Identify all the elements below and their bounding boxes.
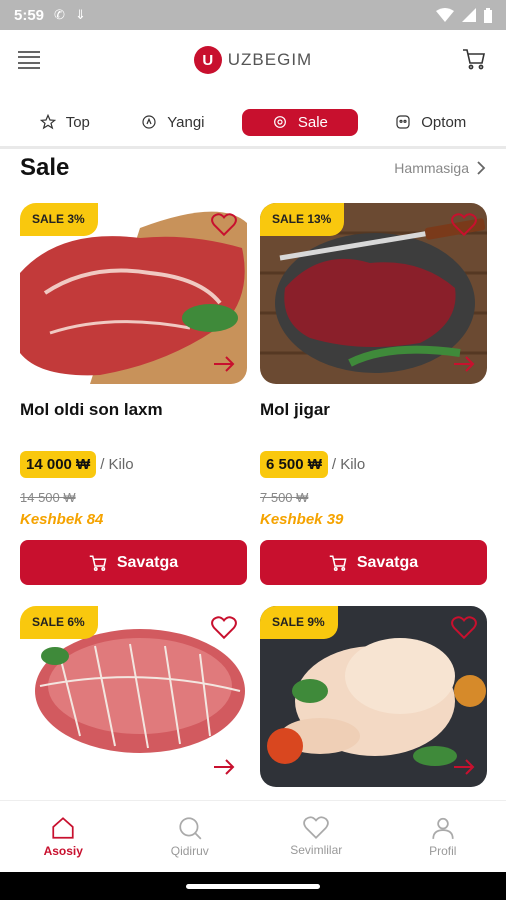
system-nav-bar: [0, 872, 506, 900]
price-row: 14 000 ₩ / Kilo: [20, 451, 247, 478]
tab-sale[interactable]: Sale: [241, 108, 358, 136]
tab-label: Sale: [297, 113, 328, 131]
menu-icon[interactable]: [18, 51, 40, 69]
product-image[interactable]: SALE 3%: [20, 203, 247, 384]
product-image[interactable]: SALE 9%: [260, 606, 487, 787]
sale-gear-icon: [273, 116, 286, 128]
product-image[interactable]: SALE 6%: [20, 606, 247, 787]
arrow-right-icon[interactable]: [213, 759, 235, 775]
tab-label: Top: [65, 113, 90, 131]
heart-icon[interactable]: [211, 616, 237, 640]
status-bar: 5:59 ✆ ⇓: [0, 0, 506, 30]
cart-icon: [329, 555, 347, 571]
category-tabs: Top Yangi Sale Optom: [0, 106, 506, 138]
sale-badge: SALE 6%: [20, 606, 98, 639]
battery-icon: [484, 7, 492, 23]
arrow-right-icon[interactable]: [453, 356, 475, 372]
search-icon: [179, 817, 202, 840]
old-price: 14 500 ₩: [20, 490, 76, 505]
tab-label: Yangi: [167, 113, 205, 131]
see-all-link[interactable]: Hammasiga: [394, 160, 486, 176]
price-unit: / Kilo: [100, 456, 134, 473]
nav-item-favorites[interactable]: Sevimlilar: [271, 816, 361, 857]
sale-badge: SALE 13%: [260, 203, 345, 236]
price-row: 6 500 ₩ / Kilo: [260, 451, 487, 478]
old-price: 7 500 ₩: [260, 490, 309, 505]
sale-badge: SALE 3%: [20, 203, 98, 236]
cashback: Keshbek 39: [260, 511, 344, 528]
cart-button[interactable]: [462, 47, 486, 76]
tab-yangi[interactable]: Yangi: [127, 109, 218, 136]
cashback: Keshbek 84: [20, 511, 104, 528]
add-to-cart-button[interactable]: Savatga: [260, 540, 487, 585]
cart-icon: [463, 49, 485, 70]
add-to-cart-label: Savatga: [356, 553, 419, 571]
bottom-nav: Asosiy Qidiruv Sevimlilar Profil: [0, 800, 506, 872]
product-image[interactable]: SALE 13%: [260, 203, 487, 384]
arrow-right-icon[interactable]: [213, 356, 235, 372]
status-time: 5:59: [14, 6, 45, 24]
nav-label: Sevimlilar: [290, 843, 343, 857]
nav-item-home[interactable]: Asosiy: [18, 815, 108, 858]
phone-icon: ✆: [54, 7, 65, 22]
product-card[interactable]: SALE 13% Mol jigar 6 500 ₩ / Kilo 7 500 …: [260, 203, 487, 585]
new-badge-icon: [142, 115, 156, 129]
heart-icon: [303, 816, 330, 839]
nav-label: Asosiy: [43, 844, 83, 858]
home-icon: [52, 817, 74, 839]
product-name: Mol oldi son laxm: [20, 400, 163, 419]
chevron-right-icon: [477, 161, 486, 175]
app-logo: U UZBEGIM: [193, 46, 313, 74]
section-header: Sale Hammasiga: [20, 150, 486, 186]
tab-optom[interactable]: Optom: [381, 109, 480, 136]
usb-icon: ⇓: [74, 7, 86, 22]
section-title: Sale: [20, 154, 70, 181]
logo-text: UZBEGIM: [227, 50, 313, 69]
product-price: 14 000 ₩: [20, 451, 97, 478]
logo-mark: U: [193, 46, 222, 74]
profile-icon: [432, 817, 454, 839]
product-card[interactable]: SALE 9%: [260, 606, 487, 787]
home-gesture-pill[interactable]: [186, 884, 320, 889]
heart-icon[interactable]: [451, 213, 477, 237]
tab-top[interactable]: Top: [26, 109, 104, 136]
see-all-label: Hammasiga: [394, 160, 469, 176]
price-unit: / Kilo: [331, 456, 366, 473]
product-name: Mol jigar: [260, 400, 330, 419]
nav-label: Qidiruv: [170, 844, 209, 858]
add-to-cart-button[interactable]: Savatga: [20, 540, 247, 585]
tabs-divider: [0, 146, 506, 149]
wholesale-icon: [396, 115, 410, 129]
nav-item-search[interactable]: Qidiruv: [145, 815, 235, 858]
signal-icon: [462, 8, 476, 22]
cart-icon: [89, 555, 107, 571]
product-card[interactable]: SALE 3% Mol oldi son laxm 14 000 ₩ / Kil…: [20, 203, 247, 585]
product-price: 6 500 ₩: [260, 451, 328, 478]
wifi-icon: [436, 8, 454, 22]
star-icon: [39, 114, 56, 130]
add-to-cart-label: Savatga: [116, 553, 179, 571]
app-bar: U UZBEGIM: [0, 30, 506, 90]
arrow-right-icon[interactable]: [453, 759, 475, 775]
nav-label: Profil: [429, 844, 457, 858]
product-card[interactable]: SALE 6%: [20, 606, 247, 787]
sale-badge: SALE 9%: [260, 606, 338, 639]
heart-icon[interactable]: [451, 616, 477, 640]
tab-label: Optom: [421, 113, 467, 131]
heart-icon[interactable]: [211, 213, 237, 237]
nav-item-profile[interactable]: Profil: [398, 815, 488, 858]
